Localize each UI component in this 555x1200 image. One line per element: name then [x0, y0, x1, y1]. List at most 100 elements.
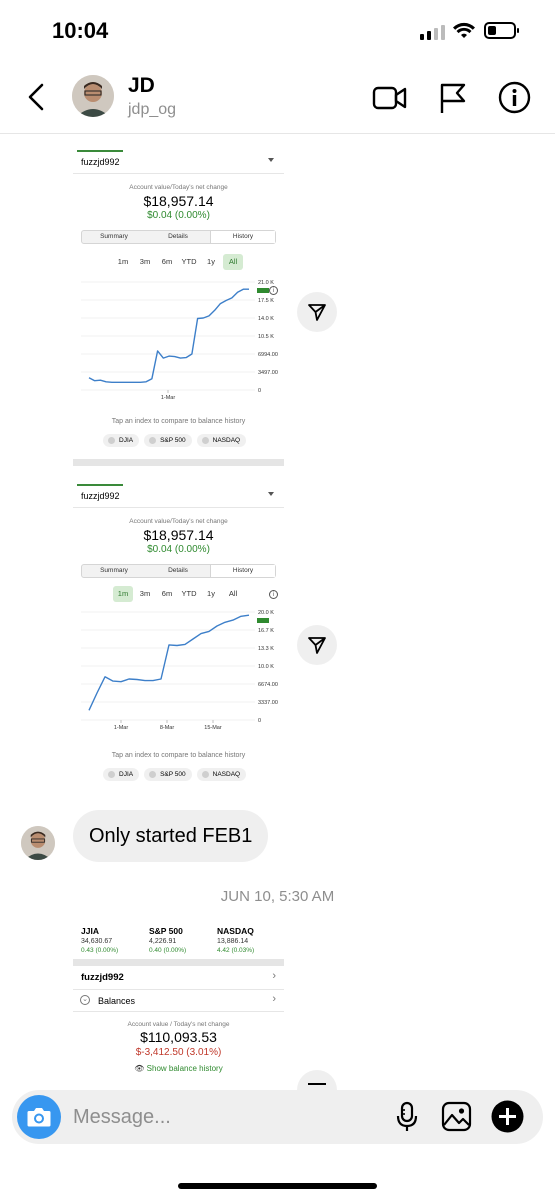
current-value-marker: [257, 288, 269, 293]
range-all: All: [228, 589, 238, 598]
message-timestamp: JUN 10, 5:30 AM: [220, 888, 335, 905]
caret-down-icon: [268, 158, 274, 162]
range-1y: 1y: [207, 589, 215, 598]
y-tick-label: 21.0 K: [258, 280, 274, 286]
show-balance-history: 👁 Show balance history: [134, 1064, 223, 1073]
x-tick-label: 8-Mar: [160, 725, 175, 731]
tab-details: Details: [168, 567, 188, 574]
share-button-1[interactable]: [297, 292, 337, 332]
gallery-icon[interactable]: [441, 1101, 472, 1132]
y-tick-label: 3337.00: [258, 700, 278, 706]
share-button-2[interactable]: [297, 625, 337, 665]
contact-username[interactable]: jdp_og: [128, 101, 176, 119]
tab-summary: Summary: [100, 233, 128, 240]
balance-chart-1: 21.0 K 17.5 K 14.0 K 10.5 K 6994.00 3497.00 0 1…: [81, 280, 278, 401]
account-selector: fuzzjd992: [73, 484, 284, 508]
avatar[interactable]: [72, 75, 114, 117]
net-change: $0.04 (0.00%): [147, 210, 210, 221]
x-tick-label: 1-Mar: [114, 725, 129, 731]
range-1y: 1y: [207, 257, 215, 266]
balance-series-line: [88, 614, 250, 711]
microphone-icon[interactable]: [395, 1101, 419, 1133]
y-tick-label: 14.0 K: [258, 316, 274, 322]
index-chips: DJIA S&P 500 NASDAQ: [103, 768, 247, 781]
account-value-label: Account value/Today's net change: [129, 184, 228, 191]
compare-hint: Tap an index to compare to balance histo…: [111, 752, 246, 759]
back-chevron-icon[interactable]: [26, 83, 46, 111]
net-change: $-3,412.50 (3.01%): [135, 1047, 222, 1058]
balances-label: Balances: [98, 996, 136, 1006]
camera-button[interactable]: [17, 1095, 61, 1139]
range-selector: 1m 3m 6m YTD 1y All: [113, 586, 243, 602]
message-bubble[interactable]: Only started FEB1: [73, 810, 269, 862]
compare-hint: Tap an index to compare to balance histo…: [111, 418, 246, 425]
shared-post-card-1[interactable]: fuzzjd992 Account value/Today's net chan…: [73, 150, 284, 466]
account-name: fuzzjd992: [81, 972, 124, 983]
account-value: $18,957.14: [143, 193, 214, 209]
view-tabs: Summary Details History: [81, 564, 276, 578]
range-6m: 6m: [161, 589, 173, 598]
x-tick-label: 1-Mar: [161, 395, 176, 401]
add-button-icon[interactable]: [491, 1100, 524, 1133]
balances-row: ⌄ Balances ›: [73, 990, 284, 1012]
balance-chart-2: 20.0 K 16.7 K 13.3 K 10.0 K 6674.00 3337.00 0 1…: [81, 610, 278, 731]
share-button-3[interactable]: [297, 1070, 337, 1090]
sender-avatar[interactable]: [21, 826, 55, 860]
range-1m: 1m: [113, 586, 133, 602]
y-tick-label: 17.5 K: [258, 298, 274, 304]
y-tick-label: 3497.00: [258, 370, 278, 376]
y-tick-label: 20.0 K: [258, 610, 274, 616]
tab-details: Details: [168, 233, 188, 240]
range-1m: 1m: [117, 257, 129, 266]
index-djia: JJIA 34,630.67 0.43 (0.00%): [81, 926, 119, 954]
y-tick-label: 6674.00: [258, 682, 278, 688]
index-sp500: S&P 500 4,226.91 0.40 (0.00%): [149, 926, 187, 954]
index-chip-djia: DJIA: [103, 434, 140, 447]
signal-icon: [420, 24, 446, 40]
y-tick-label: 6994.00: [258, 352, 278, 358]
index-chip-djia: DJIA: [103, 768, 140, 781]
send-icon: [308, 304, 326, 321]
range-selector: 1m 3m 6m YTD 1y All: [113, 254, 243, 270]
index-chip-nasdaq: NASDAQ: [196, 434, 247, 447]
account-value-label: Account value / Today's net change: [127, 1021, 230, 1028]
index-chip-sp500: S&P 500: [144, 768, 192, 781]
account-row: fuzzjd992 ›: [73, 966, 284, 990]
y-tick-label: 10.5 K: [258, 334, 274, 340]
chevron-right-icon: ›: [272, 970, 276, 982]
account-name: fuzzjd992: [81, 491, 120, 501]
tab-summary: Summary: [100, 567, 128, 574]
account-value: $110,093.53: [140, 1029, 217, 1045]
account-value: $18,957.14: [143, 527, 214, 543]
chevron-right-icon: ›: [272, 993, 276, 1005]
shared-post-card-3[interactable]: JJIA 34,630.67 0.43 (0.00%) S&P 500 4,226.9…: [73, 926, 284, 1086]
index-chips: DJIA S&P 500 NASDAQ: [103, 434, 247, 447]
shared-post-card-2[interactable]: fuzzjd992 Account value/Today's net chan…: [73, 484, 284, 800]
index-chip-nasdaq: NASDAQ: [196, 768, 247, 781]
flag-icon[interactable]: [439, 82, 467, 114]
y-tick-label: 0: [258, 718, 261, 724]
range-all: All: [223, 254, 243, 270]
range-3m: 3m: [139, 257, 151, 266]
account-selector: fuzzjd992: [73, 150, 284, 174]
tab-history: History: [210, 231, 275, 243]
contact-name[interactable]: JD: [128, 74, 155, 98]
video-call-icon[interactable]: [372, 84, 407, 112]
view-tabs: Summary Details History: [81, 230, 276, 244]
info-icon[interactable]: [498, 81, 531, 114]
current-value-marker: [257, 618, 269, 623]
range-ytd: YTD: [181, 257, 197, 266]
y-tick-label: 0: [258, 388, 261, 394]
y-tick-label: 10.0 K: [258, 664, 274, 670]
wifi-icon: [453, 22, 475, 38]
account-name: fuzzjd992: [81, 157, 120, 167]
range-ytd: YTD: [181, 589, 197, 598]
index-chip-sp500: S&P 500: [144, 434, 192, 447]
range-6m: 6m: [161, 257, 173, 266]
send-icon: [308, 637, 326, 654]
y-tick-label: 16.7 K: [258, 628, 274, 634]
x-tick-label: 15-Mar: [204, 725, 222, 731]
message-input[interactable]: [73, 1104, 373, 1130]
chevron-down-icon: ⌄: [80, 995, 90, 1005]
camera-icon: [27, 1108, 51, 1127]
